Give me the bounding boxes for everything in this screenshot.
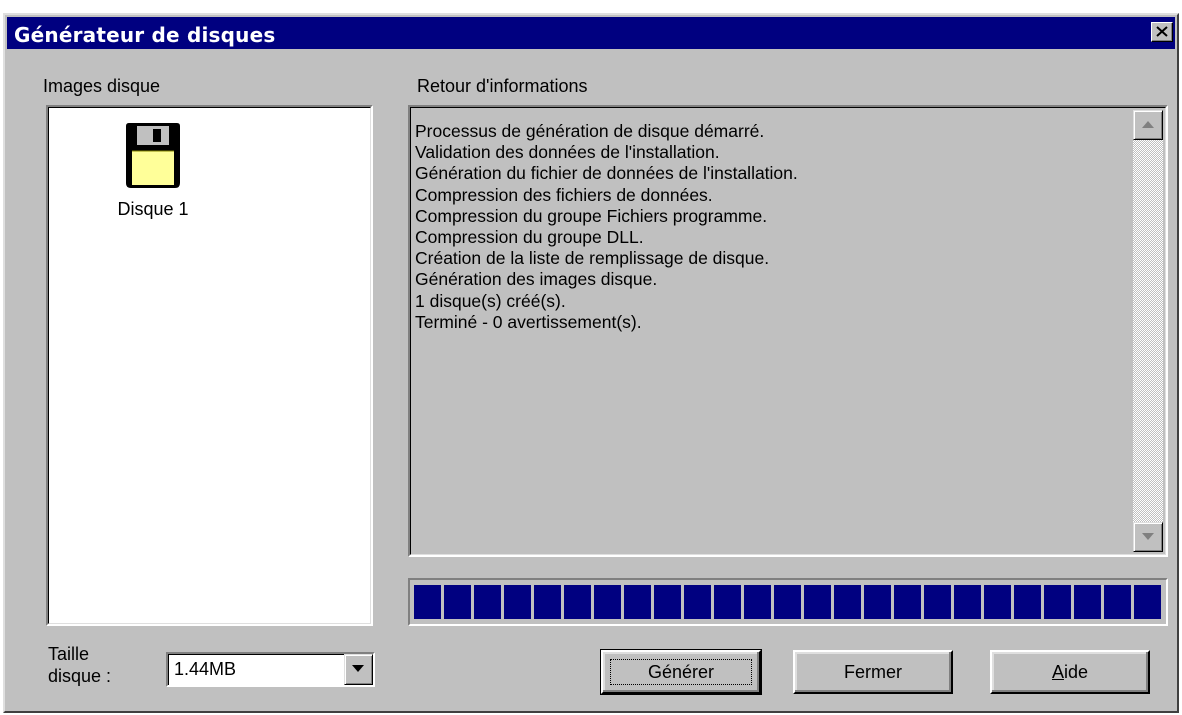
scroll-up-button[interactable] <box>1133 110 1163 140</box>
arrow-up-icon <box>1142 121 1154 128</box>
log-line: Création de la liste de remplissage de d… <box>415 248 770 269</box>
log-line: Processus de génération de disque démarr… <box>415 121 765 141</box>
progress-fill <box>414 585 1162 619</box>
disk-size-label: Taille disque : <box>48 643 111 687</box>
disk-size-select[interactable]: 1.44MB <box>166 652 375 687</box>
log-line: Compression du groupe DLL. <box>415 227 644 248</box>
log-line: Génération des images disque. <box>415 269 658 290</box>
help-button[interactable]: Aide <box>990 650 1150 694</box>
close-window-button[interactable] <box>1151 22 1173 42</box>
arrow-down-icon <box>1142 533 1154 540</box>
log-line: Génération du fichier de données de l'in… <box>415 163 798 184</box>
help-button-label: Aide <box>1052 662 1088 682</box>
close-button-label: Fermer <box>844 662 902 682</box>
generate-button[interactable]: Générer <box>600 649 762 695</box>
help-label-rest: ide <box>1063 662 1089 682</box>
log-line: Compression du groupe Fichiers programme… <box>415 205 768 226</box>
feedback-log[interactable]: Processus de génération de disque démarr… <box>408 105 1168 557</box>
log-line: Validation des données de l'installation… <box>415 142 720 163</box>
disk-size-label-line2: disque : <box>48 666 112 686</box>
chevron-down-icon <box>352 665 364 672</box>
feedback-panel-label: Retour d'informations <box>417 76 588 96</box>
help-mnemonic: A <box>1051 662 1064 682</box>
disk-image-label: Disque 1 <box>117 199 189 219</box>
log-line: Terminé - 0 avertissement(s). <box>415 311 642 332</box>
scroll-down-button[interactable] <box>1133 522 1163 552</box>
disk-size-dropdown-button[interactable] <box>344 654 373 685</box>
disk-builder-dialog: Générateur de disques Images disque Disq… <box>3 13 1179 713</box>
progress-track <box>414 585 1162 619</box>
disk-images-list[interactable]: Disque 1 <box>46 105 373 626</box>
disk-size-value: 1.44MB <box>174 659 237 679</box>
generate-button-label: Générer <box>647 662 715 682</box>
title-bar[interactable]: Générateur de disques <box>7 17 1175 49</box>
progress-bar <box>408 578 1168 626</box>
window-title: Générateur de disques <box>14 23 276 47</box>
vertical-scrollbar[interactable] <box>1133 110 1163 552</box>
feedback-log-lines: Processus de génération de disque démarr… <box>415 121 798 333</box>
log-line: Compression des fichiers de données. <box>415 184 713 205</box>
close-icon <box>1156 26 1168 37</box>
floppy-disk-icon <box>126 123 180 188</box>
close-button[interactable]: Fermer <box>793 650 953 694</box>
disk-size-label-line1: Taille <box>48 644 90 664</box>
images-panel-label: Images disque <box>43 76 161 96</box>
log-line: 1 disque(s) créé(s). <box>415 290 566 311</box>
